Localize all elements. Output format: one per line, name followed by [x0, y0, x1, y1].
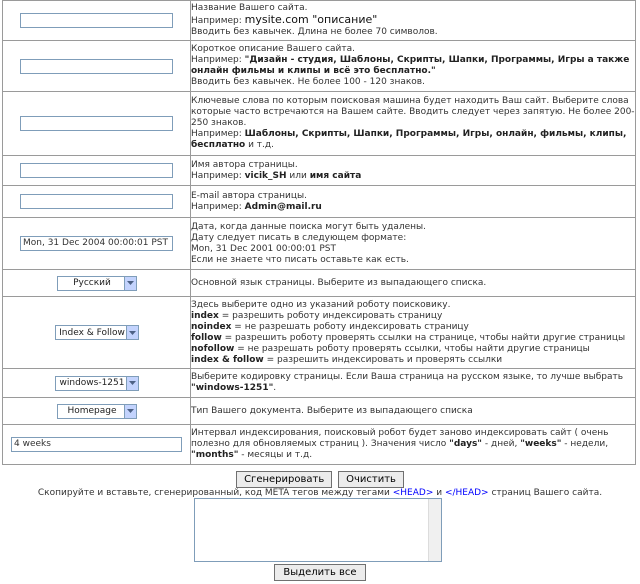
description-note: Вводить без кавычек. Не более 100 - 120 …: [191, 77, 425, 87]
doctype-label: Тип Вашего документа. Выберите из выпада…: [191, 405, 473, 416]
robots-key: nofollow: [191, 343, 235, 354]
site-title-note: Вводить без кавычек. Длина не более 70 с…: [191, 27, 438, 37]
keywords-input[interactable]: [20, 116, 173, 131]
author-label: Имя автора страницы.: [191, 159, 298, 170]
revisit-days-desc: - дней,: [482, 439, 521, 449]
charset-recommended: "windows-1251": [191, 383, 274, 393]
copy-instructions: Скопируйте и вставьте, сгенерированный, …: [0, 488, 640, 498]
expires-label: Дата, когда данные поиска могут быть уда…: [191, 221, 427, 232]
textarea-scrollbar[interactable]: [428, 499, 441, 561]
expires-note: Если не знаете что писать оставьте как е…: [191, 254, 409, 265]
row-author: Имя автора страницы. Например: vicik_SH …: [2, 155, 636, 186]
row-email: E-mail автора страницы. Например: Admin@…: [2, 185, 636, 218]
robots-select[interactable]: Index & Follow: [54, 325, 139, 340]
robots-key: follow: [191, 332, 222, 343]
revisit-tail: - месяцы и т.д.: [238, 450, 313, 460]
row-language: Русский Основной язык страницы. Выберите…: [2, 269, 636, 297]
author-example: vicik_SH: [244, 170, 287, 181]
robots-option-desc: follow = разрешить роботу проверять ссыл…: [191, 333, 635, 344]
head-open-tag: <HEAD>: [392, 488, 434, 498]
select-all-row: Выделить все: [0, 564, 640, 581]
meta-form-table: Название Вашего сайта. Например: mysite.…: [2, 0, 636, 465]
description-label: Короткое описание Вашего сайта.: [191, 44, 356, 54]
charset-label: Выберите кодировку страницы. Если Ваша с…: [191, 372, 624, 382]
chevron-down-icon[interactable]: [125, 326, 138, 339]
row-site-title: Название Вашего сайта. Например: mysite.…: [2, 0, 636, 41]
charset-select[interactable]: windows-1251: [54, 375, 139, 391]
robots-desc: = разрешить индексировать и проверять сс…: [263, 354, 503, 365]
generate-button[interactable]: Сгенерировать: [236, 471, 333, 488]
row-description: Короткое описание Вашего сайта. Например…: [2, 40, 636, 92]
chevron-down-icon[interactable]: [123, 276, 136, 290]
robots-key: noindex: [191, 321, 232, 332]
example-prefix: Например:: [191, 55, 245, 65]
copy-text-before: Скопируйте и вставьте, сгенерированный, …: [37, 488, 393, 498]
robots-desc: = не разрешать роботу индексировать стра…: [231, 321, 469, 332]
action-buttons: Сгенерировать Очистить: [0, 471, 640, 488]
robots-key: index & follow: [191, 354, 264, 365]
author-input[interactable]: [20, 163, 173, 178]
robots-desc: = разрешить роботу проверять ссылки на с…: [221, 332, 626, 343]
robots-label: Здесь выберите одно из указаний роботу п…: [191, 299, 451, 310]
row-revisit: 4 weeks Интервал индексирования, поисков…: [2, 424, 636, 465]
robots-option-desc: index = разрешить роботу индексировать с…: [191, 311, 635, 322]
email-example: Admin@mail.ru: [244, 201, 322, 212]
email-input[interactable]: [20, 194, 173, 209]
row-expires: Mon, 31 Dec 2004 00:00:01 PST Дата, когд…: [2, 217, 636, 270]
keywords-label: Ключевые слова по которым поисковая маши…: [191, 96, 635, 128]
email-label: E-mail автора страницы.: [191, 190, 307, 201]
expires-input[interactable]: Mon, 31 Dec 2004 00:00:01 PST: [20, 236, 173, 251]
language-select-value: Русский: [73, 278, 111, 288]
description-example: "Дизайн - студия, Шаблоны, Скрипты, Шапк…: [191, 55, 630, 76]
chevron-down-icon[interactable]: [125, 376, 138, 390]
robots-select-value: Index & Follow: [59, 327, 125, 338]
row-keywords: Ключевые слова по которым поисковая маши…: [2, 91, 636, 156]
language-label: Основной язык страницы. Выберите из выпа…: [191, 277, 487, 288]
chevron-down-icon[interactable]: [123, 404, 136, 418]
robots-option-desc: nofollow = не разрешать роботу проверять…: [191, 344, 635, 355]
robots-option-desc: index & follow = разрешить индексировать…: [191, 355, 635, 366]
revisit-input[interactable]: 4 weeks: [11, 437, 182, 452]
author-example-alt: имя сайта: [309, 170, 362, 181]
copy-text-mid: и: [433, 488, 445, 498]
head-close-tag: </HEAD>: [444, 488, 489, 498]
example-suffix: и т.д.: [245, 140, 274, 150]
output-textarea[interactable]: [194, 498, 442, 562]
row-robots: Index & Follow Здесь выберите одно из ук…: [2, 296, 636, 369]
robots-desc: = разрешить роботу индексировать страниц…: [218, 310, 443, 321]
revisit-weeks: "weeks": [520, 439, 562, 449]
revisit-days: "days": [449, 439, 482, 449]
copy-text-after: страниц Вашего сайта.: [488, 488, 603, 498]
expires-format-example: Mon, 31 Dec 2001 00:00:01 PST: [191, 243, 336, 254]
example-prefix: Например:: [191, 129, 245, 139]
revisit-weeks-desc: - недели,: [561, 439, 609, 449]
select-all-button[interactable]: Выделить все: [274, 564, 366, 581]
description-input[interactable]: [20, 58, 173, 74]
language-select[interactable]: Русский: [56, 275, 137, 291]
expires-format-label: Дату следует писать в следующем формате:: [191, 232, 407, 243]
site-title-input[interactable]: [20, 13, 173, 28]
example-or: или: [286, 170, 310, 181]
row-doctype: Homepage Тип Вашего документа. Выберите …: [2, 397, 636, 425]
doctype-select-value: Homepage: [67, 406, 117, 416]
charset-tail: .: [273, 383, 277, 393]
site-title-example: mysite.com "описание": [244, 13, 378, 26]
example-prefix: Например:: [191, 170, 245, 181]
doctype-select[interactable]: Homepage: [56, 403, 137, 419]
clear-button[interactable]: Очистить: [338, 471, 404, 488]
robots-desc: = не разрешать роботу проверять ссылки, …: [234, 343, 590, 354]
example-prefix: Например:: [191, 16, 245, 26]
charset-select-value: windows-1251: [59, 378, 125, 388]
robots-option-desc: noindex = не разрешать роботу индексиров…: [191, 322, 635, 333]
example-prefix: Например:: [191, 201, 245, 212]
revisit-months: "months": [191, 450, 239, 460]
robots-key: index: [191, 310, 219, 321]
row-charset: windows-1251 Выберите кодировку страницы…: [2, 368, 636, 398]
